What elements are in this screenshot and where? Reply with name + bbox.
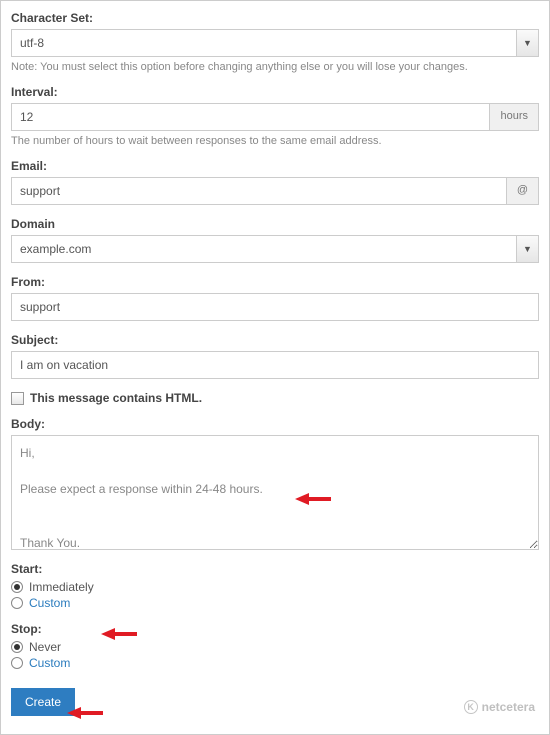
arrow-annotation-icon bbox=[67, 707, 103, 719]
domain-group: Domain example.com ▼ bbox=[11, 217, 539, 263]
create-button[interactable]: Create bbox=[11, 688, 75, 716]
html-checkbox[interactable] bbox=[11, 392, 24, 405]
interval-hint: The number of hours to wait between resp… bbox=[11, 135, 539, 147]
body-textarea[interactable]: Hi, Please expect a response within 24-4… bbox=[11, 435, 539, 550]
domain-select[interactable]: example.com ▼ bbox=[11, 235, 539, 263]
interval-label: Interval: bbox=[11, 85, 539, 99]
interval-input[interactable]: 12 bbox=[11, 103, 490, 131]
brand-icon: K bbox=[464, 700, 478, 714]
subject-group: Subject: I am on vacation bbox=[11, 333, 539, 379]
radio-icon[interactable] bbox=[11, 597, 23, 609]
stop-group: Stop: Never Custom bbox=[11, 622, 539, 670]
chevron-down-icon[interactable]: ▼ bbox=[516, 236, 538, 262]
stop-custom-row[interactable]: Custom bbox=[11, 656, 539, 670]
radio-icon[interactable] bbox=[11, 581, 23, 593]
from-group: From: support bbox=[11, 275, 539, 321]
start-label: Start: bbox=[11, 562, 539, 576]
chevron-down-icon[interactable]: ▼ bbox=[516, 30, 538, 56]
email-label: Email: bbox=[11, 159, 539, 173]
html-checkbox-row: This message contains HTML. bbox=[11, 391, 539, 405]
at-suffix: @ bbox=[507, 177, 539, 205]
start-group: Start: Immediately Custom bbox=[11, 562, 539, 610]
charset-select[interactable]: utf-8 ▼ bbox=[11, 29, 539, 57]
start-immediately-row[interactable]: Immediately bbox=[11, 580, 539, 594]
start-custom-row[interactable]: Custom bbox=[11, 596, 539, 610]
stop-opt1: Never bbox=[29, 640, 61, 654]
from-label: From: bbox=[11, 275, 539, 289]
interval-group: Interval: 12 hours The number of hours t… bbox=[11, 85, 539, 147]
body-group: Body: Hi, Please expect a response withi… bbox=[11, 417, 539, 550]
charset-group: Character Set: utf-8 ▼ Note: You must se… bbox=[11, 11, 539, 73]
stop-opt2: Custom bbox=[29, 656, 70, 670]
stop-label: Stop: bbox=[11, 622, 539, 636]
body-label: Body: bbox=[11, 417, 539, 431]
arrow-annotation-icon bbox=[295, 493, 331, 505]
interval-unit: hours bbox=[490, 103, 539, 131]
radio-icon[interactable] bbox=[11, 657, 23, 669]
start-opt2: Custom bbox=[29, 596, 70, 610]
brand-text: netcetera bbox=[482, 700, 535, 714]
from-input[interactable]: support bbox=[11, 293, 539, 321]
brand-watermark: K netcetera bbox=[464, 700, 535, 714]
charset-label: Character Set: bbox=[11, 11, 539, 25]
arrow-annotation-icon bbox=[101, 628, 137, 640]
email-group: Email: support @ bbox=[11, 159, 539, 205]
form-panel: Character Set: utf-8 ▼ Note: You must se… bbox=[0, 0, 550, 735]
start-opt1: Immediately bbox=[29, 580, 94, 594]
domain-value: example.com bbox=[12, 236, 516, 262]
domain-label: Domain bbox=[11, 217, 539, 231]
charset-hint: Note: You must select this option before… bbox=[11, 61, 539, 73]
stop-never-row[interactable]: Never bbox=[11, 640, 539, 654]
subject-input[interactable]: I am on vacation bbox=[11, 351, 539, 379]
email-input[interactable]: support bbox=[11, 177, 507, 205]
charset-value: utf-8 bbox=[12, 30, 516, 56]
radio-icon[interactable] bbox=[11, 641, 23, 653]
subject-label: Subject: bbox=[11, 333, 539, 347]
html-checkbox-label: This message contains HTML. bbox=[30, 391, 202, 405]
